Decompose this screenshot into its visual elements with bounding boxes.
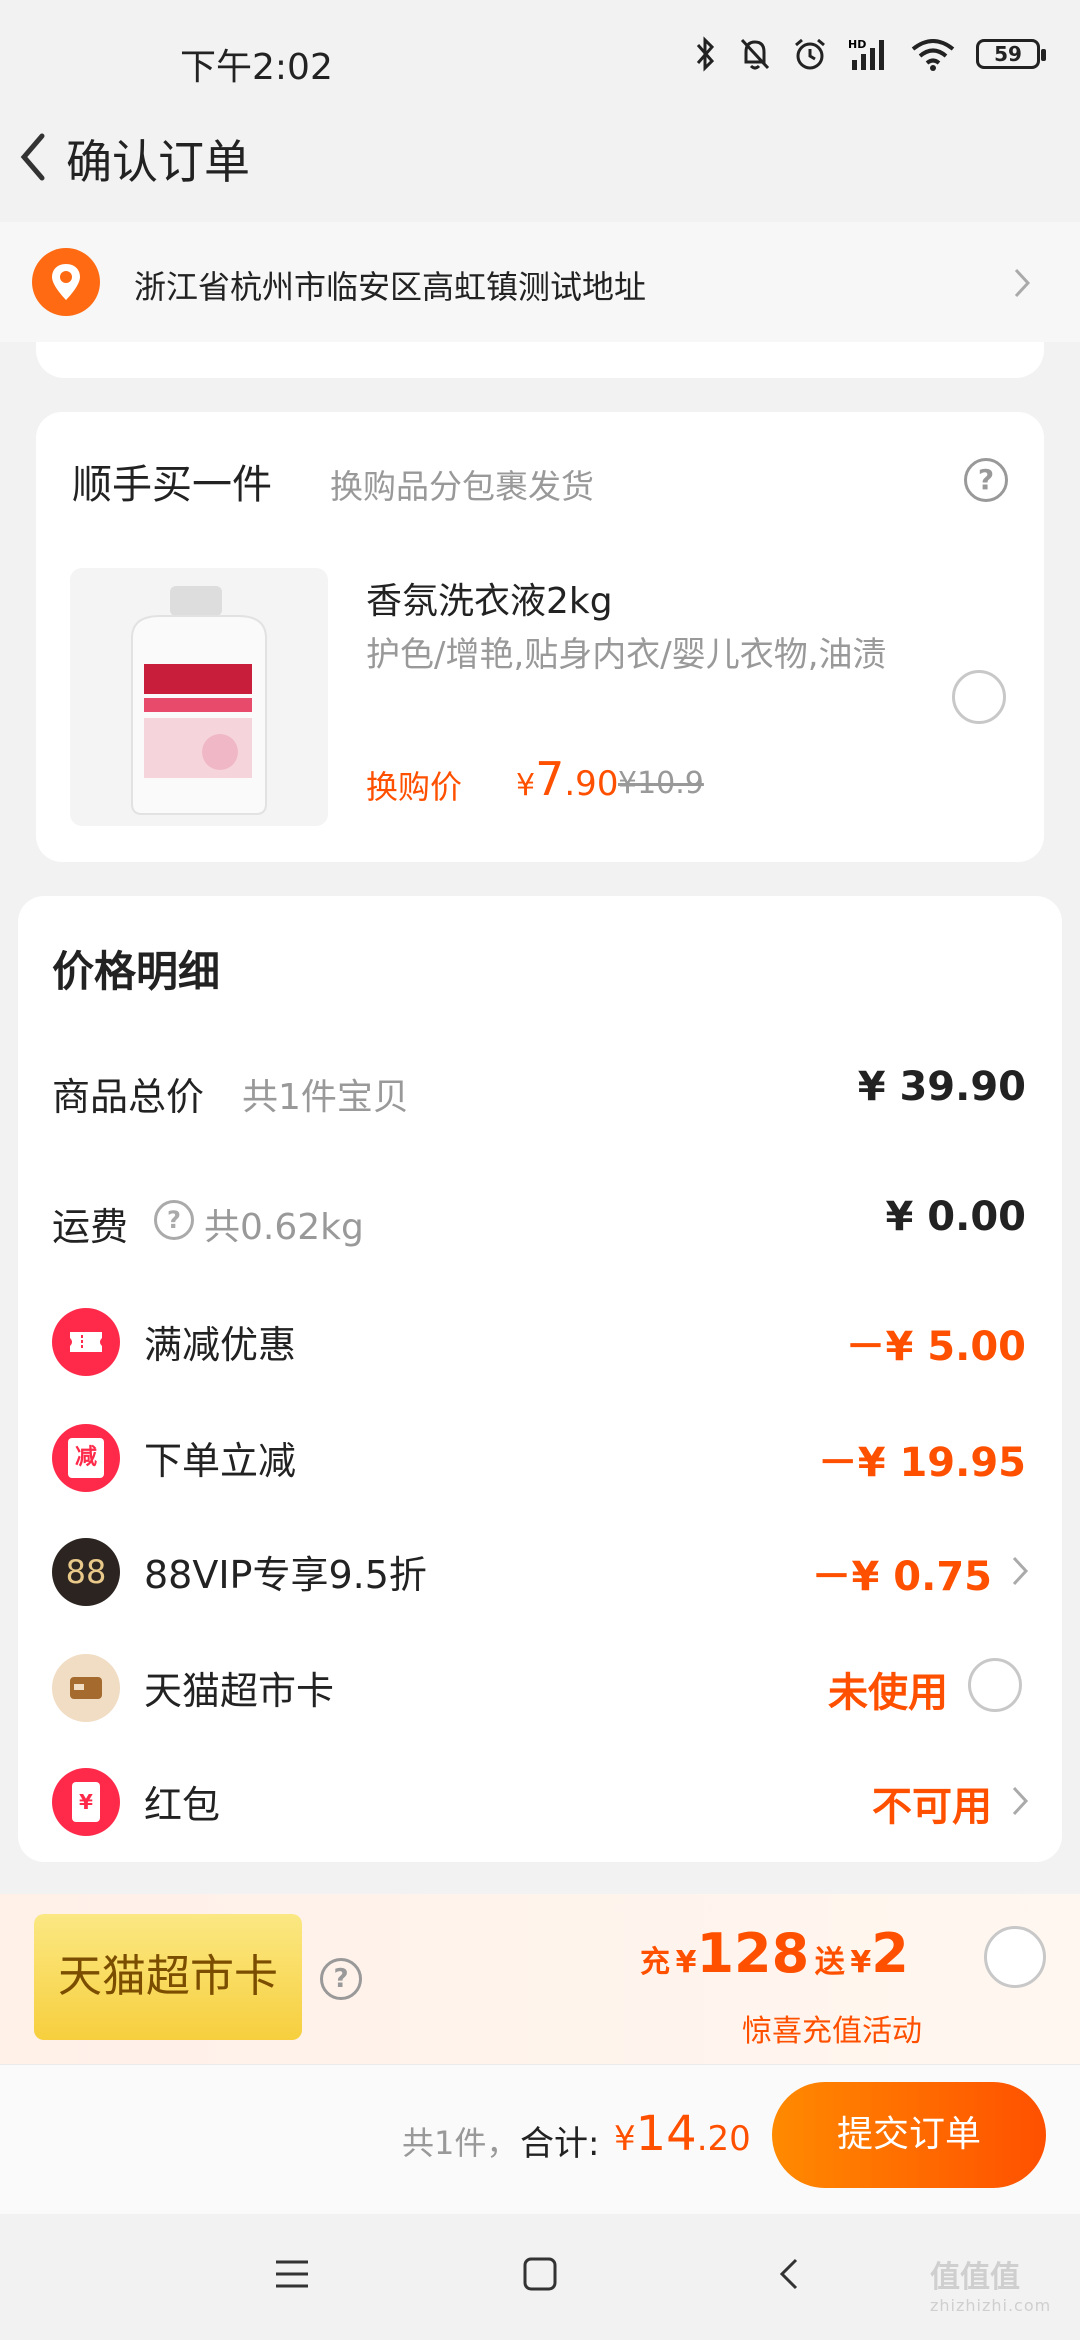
alarm-icon: [795, 38, 825, 70]
promo-help-icon[interactable]: ?: [320, 1958, 362, 2000]
row-value-total: ¥ 39.90: [857, 1064, 1026, 1110]
wifi-icon: [911, 39, 955, 71]
card-icon: [52, 1654, 120, 1722]
coupon-icon: [52, 1308, 120, 1376]
row-label-full-reduction: 满减优惠: [144, 1323, 297, 1367]
product-desc: 护色/增艳,贴身内衣/婴儿衣物,油渍: [366, 635, 887, 675]
menu-icon[interactable]: [274, 2258, 310, 2290]
promo-desc: 惊喜充值活动: [742, 2014, 922, 2049]
detail-title: 价格明细: [52, 947, 221, 996]
chevron-right-icon[interactable]: [1010, 1784, 1030, 1818]
row-sub-total: 共1件宝贝: [242, 1077, 409, 1118]
total-label: 合计:: [520, 2124, 600, 2164]
row-label-red-packet[interactable]: 红包: [144, 1774, 220, 1829]
address-text: 浙江省杭州市临安区高虹镇测试地址: [134, 268, 647, 306]
tmall-card-radio[interactable]: [968, 1658, 1022, 1712]
status-icons: HD 59: [694, 36, 1046, 72]
status-time: 下午2:02: [180, 47, 333, 88]
help-icon[interactable]: ?: [964, 458, 1008, 502]
row-value-full-reduction: －¥ 5.00: [845, 1324, 1026, 1370]
row-value-instant-discount: －¥ 19.95: [817, 1440, 1026, 1486]
row-label-vip[interactable]: 88VIP专享9.5折: [144, 1544, 427, 1599]
promo-offer: 充 ¥128 送 ¥2: [640, 1922, 909, 1985]
chevron-right-icon: [1014, 268, 1031, 298]
row-value-tmall-card: 未使用: [828, 1670, 948, 1716]
row-label-tmall-card: 天猫超市卡: [144, 1669, 335, 1713]
chevron-right-icon[interactable]: [1010, 1554, 1030, 1588]
row-value-vip[interactable]: －¥ 0.75: [812, 1544, 992, 1602]
signal-icon: HD: [848, 38, 884, 70]
watermark: 值值值 zhizhizhi.com: [930, 2260, 1052, 2315]
promo-badge: 天猫超市卡: [34, 1914, 302, 2040]
red-packet-icon: ¥: [52, 1768, 120, 1836]
original-price: ¥10.9: [618, 766, 704, 801]
row-label-shipping: 运费: [52, 1205, 129, 1249]
addon-title: 顺手买一件: [72, 462, 272, 508]
addon-subtitle: 换购品分包裹发货: [330, 467, 594, 506]
addon-select-radio[interactable]: [952, 670, 1006, 724]
product-name: 香氛洗衣液2kg: [366, 581, 613, 622]
addon-price: ¥7.90: [516, 752, 619, 806]
bluetooth-icon: [696, 36, 715, 72]
row-sub-shipping: 共0.62kg: [204, 1207, 364, 1248]
location-pin-icon: [32, 248, 100, 316]
row-value-red-packet[interactable]: 不可用: [872, 1774, 992, 1832]
svg-text:HD: HD: [848, 38, 866, 51]
shipping-help-icon[interactable]: ?: [154, 1200, 194, 1240]
page-title: 确认订单: [66, 135, 250, 189]
item-count: 共1件，: [402, 2124, 519, 2162]
back-arrow-icon[interactable]: [10, 122, 60, 192]
discount-icon: 减: [52, 1424, 120, 1492]
row-label-instant-discount: 下单立减: [144, 1439, 297, 1483]
battery-icon: 59: [976, 39, 1046, 69]
addon-price-label: 换购价: [366, 768, 463, 806]
promo-select-radio[interactable]: [984, 1926, 1046, 1988]
mute-bell-icon: [740, 38, 770, 70]
vip-88-icon: 88: [52, 1538, 120, 1606]
total-amount: ¥14.20: [614, 2106, 751, 2162]
home-icon[interactable]: [522, 2256, 558, 2292]
product-image[interactable]: [70, 568, 328, 826]
row-value-shipping: ¥ 0.00: [885, 1194, 1026, 1240]
back-nav-icon[interactable]: [778, 2256, 802, 2292]
address-card-bottom: [36, 342, 1044, 378]
row-label-total: 商品总价: [52, 1075, 205, 1119]
submit-order-button[interactable]: 提交订单: [772, 2082, 1046, 2188]
